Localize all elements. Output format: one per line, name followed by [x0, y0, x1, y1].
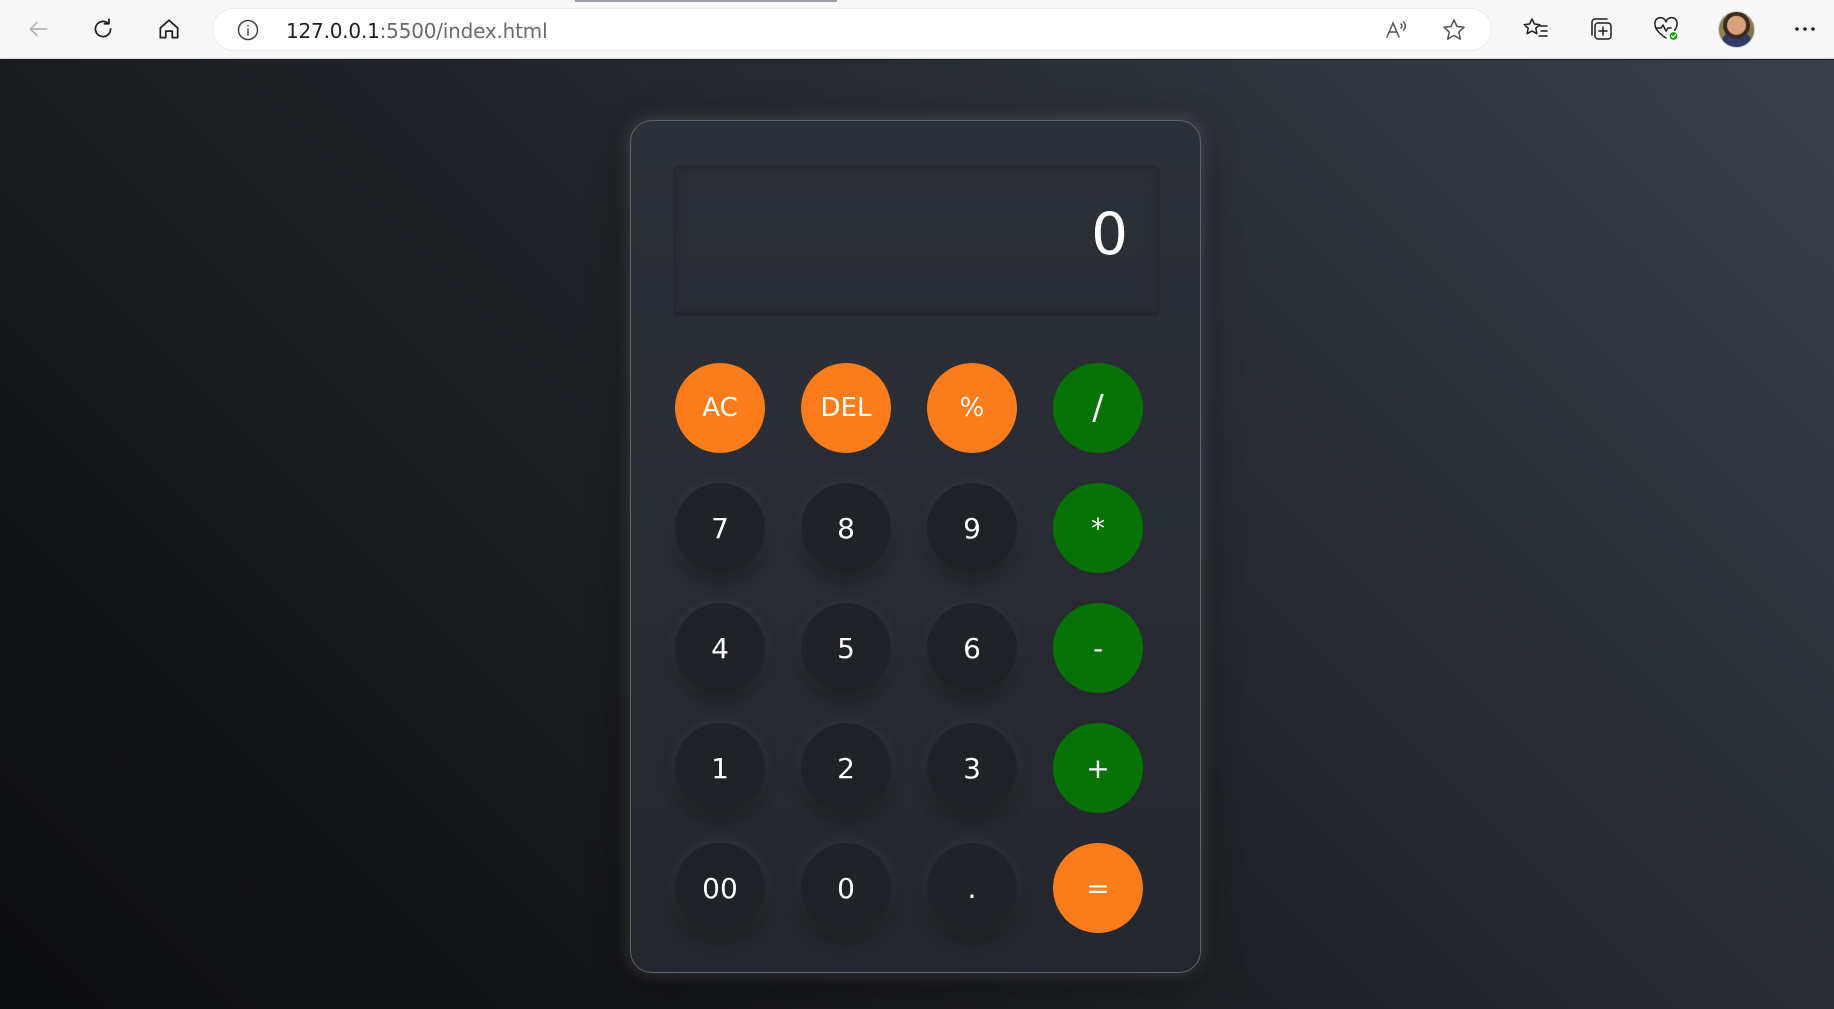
- read-aloud-icon[interactable]: [1382, 16, 1410, 44]
- reload-icon: [94, 18, 112, 38]
- add-button[interactable]: +: [1053, 723, 1143, 813]
- digit-1-button[interactable]: 1: [675, 723, 765, 813]
- calculator-display: 0: [673, 166, 1160, 316]
- display-value: 0: [1091, 200, 1128, 268]
- home-icon: [159, 19, 179, 39]
- digit-7-button[interactable]: 7: [675, 483, 765, 573]
- digit-0-button[interactable]: 0: [801, 843, 891, 933]
- digit-6-button[interactable]: 6: [927, 603, 1017, 693]
- divide-button[interactable]: /: [1053, 363, 1143, 453]
- browser-toolbar: 127.0.0.1:5500/index.html: [0, 0, 1834, 59]
- multiply-button[interactable]: *: [1053, 483, 1143, 573]
- percent-button[interactable]: %: [927, 363, 1017, 453]
- avatar[interactable]: [1718, 11, 1755, 48]
- digit-9-button[interactable]: 9: [927, 483, 1017, 573]
- digit-3-button[interactable]: 3: [927, 723, 1017, 813]
- back-button[interactable]: [19, 10, 57, 48]
- decimal-button[interactable]: .: [927, 843, 1017, 933]
- url-host: 127.0.0.1: [286, 19, 380, 43]
- delete-button[interactable]: DEL: [801, 363, 891, 453]
- calculator: 0 AC DEL % / 7 8 9 * 4 5 6 - 1 2 3 + 00 …: [630, 120, 1201, 973]
- active-tab-indicator: [575, 0, 837, 2]
- equals-button[interactable]: =: [1053, 843, 1143, 933]
- collections-icon[interactable]: [1584, 12, 1618, 46]
- all-clear-button[interactable]: AC: [675, 363, 765, 453]
- digit-2-button[interactable]: 2: [801, 723, 891, 813]
- address-bar[interactable]: 127.0.0.1:5500/index.html: [212, 8, 1492, 51]
- page-background: 0 AC DEL % / 7 8 9 * 4 5 6 - 1 2 3 + 00 …: [0, 60, 1834, 1009]
- home-button[interactable]: [150, 10, 188, 48]
- double-zero-button[interactable]: 00: [675, 843, 765, 933]
- star-icon[interactable]: [1440, 16, 1468, 44]
- favorites-list-icon[interactable]: [1519, 12, 1553, 46]
- browser-essentials-icon[interactable]: [1649, 12, 1683, 46]
- back-arrow-icon: [29, 21, 48, 37]
- digit-4-button[interactable]: 4: [675, 603, 765, 693]
- url-path: :5500/index.html: [379, 19, 548, 43]
- digit-8-button[interactable]: 8: [801, 483, 891, 573]
- info-icon[interactable]: [236, 18, 260, 42]
- url-text[interactable]: 127.0.0.1:5500/index.html: [286, 19, 548, 43]
- reload-button[interactable]: [84, 10, 122, 48]
- digit-5-button[interactable]: 5: [801, 603, 891, 693]
- more-icon[interactable]: [1788, 12, 1822, 46]
- subtract-button[interactable]: -: [1053, 603, 1143, 693]
